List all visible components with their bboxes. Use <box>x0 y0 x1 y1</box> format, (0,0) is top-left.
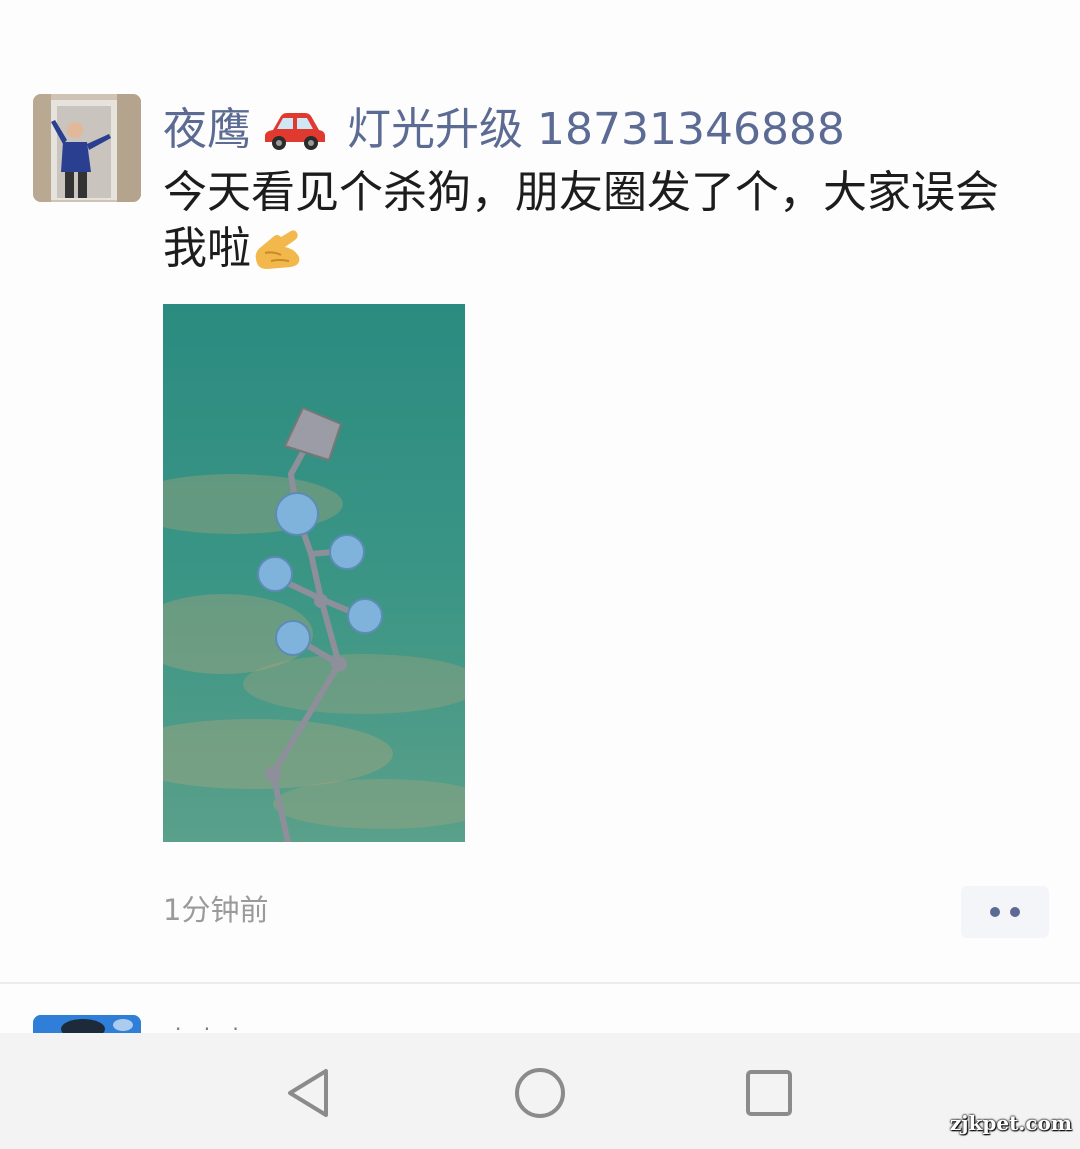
post-username[interactable]: 夜鹰 灯光升级 18731346888 <box>163 100 845 160</box>
avatar[interactable] <box>33 94 141 202</box>
next-post-avatar[interactable] <box>33 1015 141 1035</box>
recents-square-icon[interactable] <box>739 1063 799 1123</box>
red-car-icon <box>263 108 327 152</box>
post-timestamp: 1分钟前 <box>163 893 269 927</box>
username-text: 夜鹰 <box>163 104 251 155</box>
back-triangle-icon[interactable] <box>280 1063 340 1123</box>
moments-post: 夜鹰 灯光升级 18731346888 今天看见个杀狗，朋友圈发了个，大家误会我… <box>0 0 1080 982</box>
more-dots-icon <box>990 907 1000 917</box>
navigation-bar <box>0 1033 1080 1149</box>
aerial-pier-photo <box>163 304 465 842</box>
post-divider <box>0 982 1080 984</box>
home-circle-icon[interactable] <box>510 1063 570 1123</box>
username-suffix: 灯光升级 18731346888 <box>347 104 845 155</box>
post-photo[interactable] <box>163 304 465 842</box>
watermark: zjkpet.com <box>949 1111 1072 1135</box>
ok-hand-icon <box>251 223 303 271</box>
avatar-photo <box>33 94 141 202</box>
post-text: 今天看见个杀狗，朋友圈发了个，大家误会我啦 <box>163 165 1013 277</box>
more-actions-button[interactable] <box>961 886 1049 938</box>
more-dots-icon <box>1010 907 1020 917</box>
